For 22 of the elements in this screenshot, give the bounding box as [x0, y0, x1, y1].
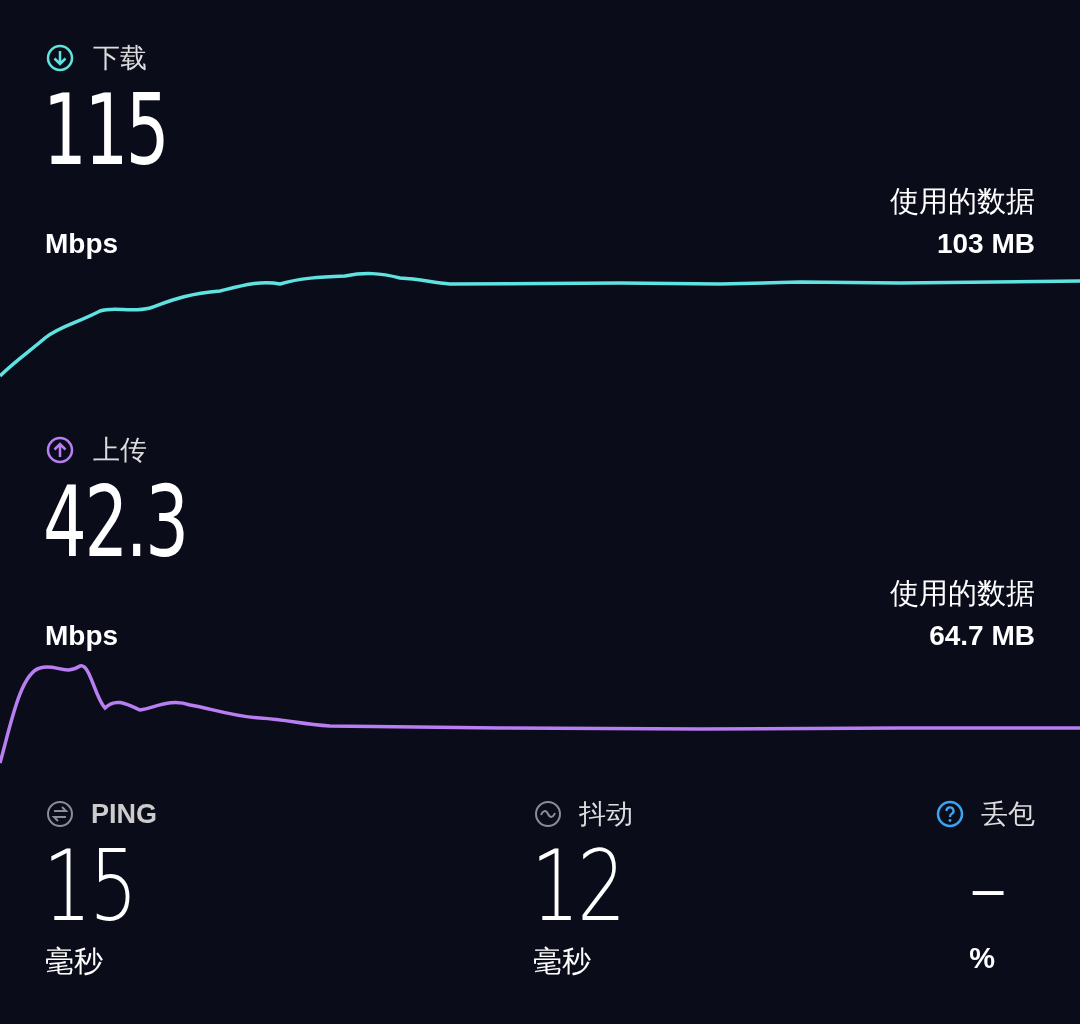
speed-unit: Mbps [45, 620, 119, 652]
data-used-label: 使用的数据 [890, 183, 1035, 220]
loss-icon [935, 799, 965, 829]
metric-value: 12 [531, 834, 624, 938]
data-used-value: 103 MB [936, 228, 1035, 260]
ping-icon [45, 799, 75, 829]
metric-unit: 毫秒 [533, 943, 591, 980]
speed-value: 115 [43, 78, 168, 182]
data-used-value: 64.7 MB [929, 620, 1035, 652]
test-label: 下载 [93, 41, 147, 75]
metric-value: 15 [43, 834, 136, 938]
metric-label: 丢包 [981, 797, 1035, 831]
metric-label: 抖动 [579, 797, 633, 831]
metric-label: PING [91, 798, 157, 830]
metric-value: – [969, 834, 1005, 938]
speed-unit: Mbps [45, 228, 119, 260]
metric-unit: 毫秒 [45, 943, 103, 980]
speed-value: 42.3 [43, 470, 187, 574]
test-label: 上传 [93, 433, 147, 467]
data-used-label: 使用的数据 [890, 575, 1035, 612]
jitter-icon [533, 799, 563, 829]
metric-unit: % [969, 942, 995, 975]
